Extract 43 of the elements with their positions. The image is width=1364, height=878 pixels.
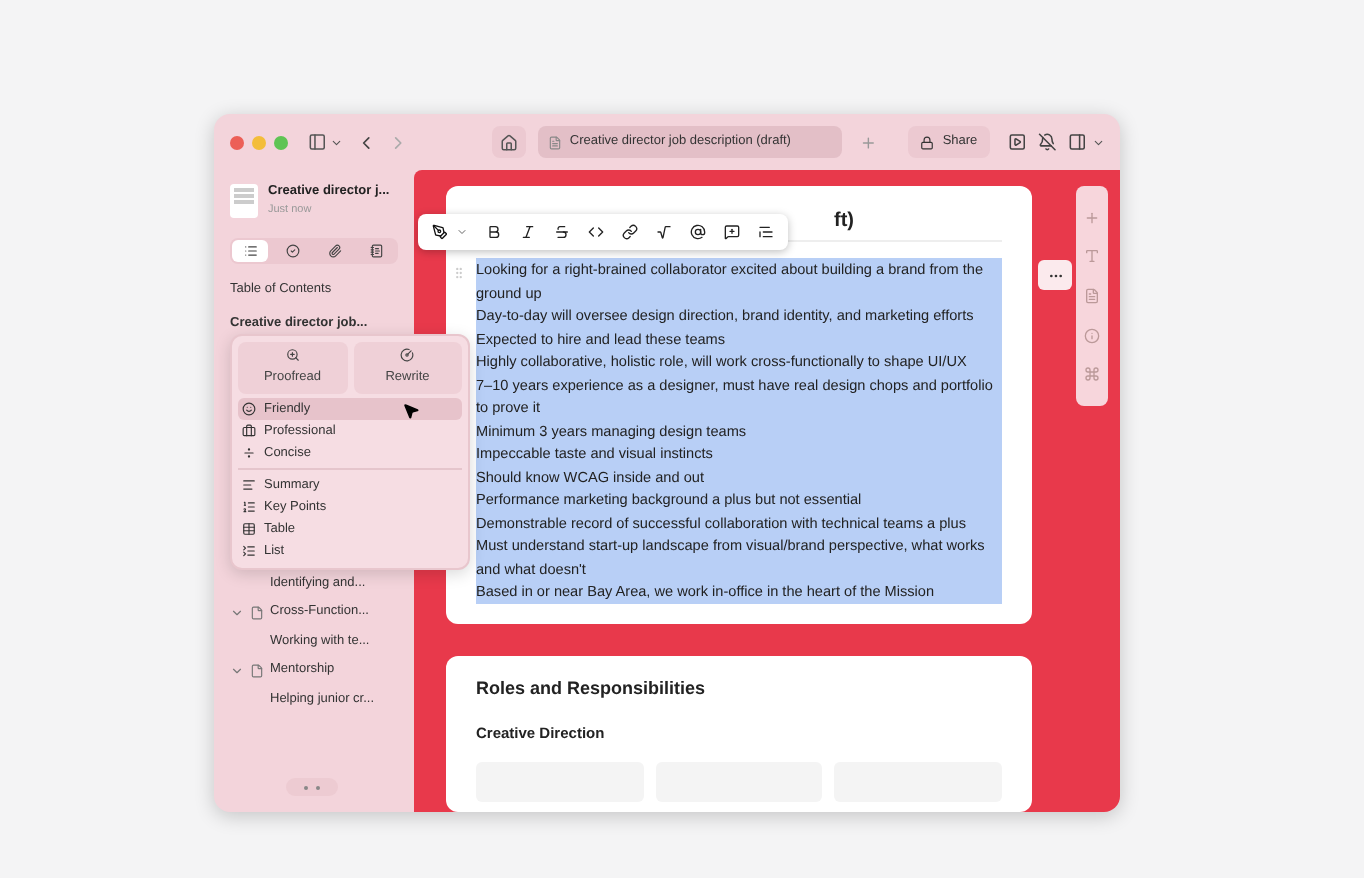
document-icon bbox=[547, 135, 562, 149]
divide-icon bbox=[242, 446, 256, 460]
note-icon bbox=[370, 244, 385, 258]
expand-chevron-icon[interactable] bbox=[230, 605, 244, 620]
smile-icon bbox=[242, 402, 256, 416]
document-heading: ft) bbox=[834, 208, 854, 236]
bold-icon[interactable] bbox=[486, 224, 502, 240]
briefcase-icon bbox=[242, 424, 256, 438]
right-panel-icon[interactable] bbox=[1068, 132, 1088, 152]
mention-icon[interactable] bbox=[690, 224, 706, 240]
document-thumbnail bbox=[230, 183, 258, 217]
notifications-off-icon[interactable] bbox=[1037, 132, 1057, 152]
page-icon bbox=[250, 605, 264, 620]
toc-icon bbox=[243, 244, 257, 258]
lock-icon bbox=[920, 135, 935, 149]
home-button[interactable] bbox=[492, 126, 526, 158]
section-heading: Roles and Responsibilities bbox=[476, 675, 708, 702]
chevron-down-icon[interactable] bbox=[330, 135, 344, 149]
italic-icon[interactable] bbox=[520, 224, 536, 240]
sidebar-toggle-icon[interactable] bbox=[308, 132, 327, 152]
expand-chevron-icon[interactable] bbox=[230, 663, 244, 678]
rewrite-icon bbox=[400, 348, 415, 363]
mouse-cursor-icon bbox=[402, 402, 420, 420]
check-icon bbox=[285, 244, 300, 258]
table-icon bbox=[242, 522, 256, 536]
present-icon[interactable] bbox=[1007, 132, 1026, 152]
page-icon bbox=[250, 663, 264, 678]
list-icon bbox=[242, 544, 256, 558]
strikethrough-icon[interactable] bbox=[554, 224, 570, 240]
more-button[interactable] bbox=[1038, 260, 1072, 290]
comment-icon[interactable] bbox=[724, 224, 740, 240]
pen-icon[interactable] bbox=[432, 224, 448, 240]
points-icon bbox=[242, 500, 256, 514]
chevron-down-icon[interactable] bbox=[1091, 135, 1105, 149]
more-format-icon[interactable] bbox=[758, 224, 774, 240]
summary-icon bbox=[242, 478, 256, 492]
proofread-icon bbox=[285, 348, 300, 363]
math-icon[interactable] bbox=[656, 224, 672, 240]
view-tab[interactable] bbox=[232, 240, 268, 262]
code-icon[interactable] bbox=[588, 224, 604, 240]
clip-icon bbox=[328, 244, 343, 258]
home-icon bbox=[500, 133, 519, 151]
link-icon[interactable] bbox=[622, 224, 638, 240]
